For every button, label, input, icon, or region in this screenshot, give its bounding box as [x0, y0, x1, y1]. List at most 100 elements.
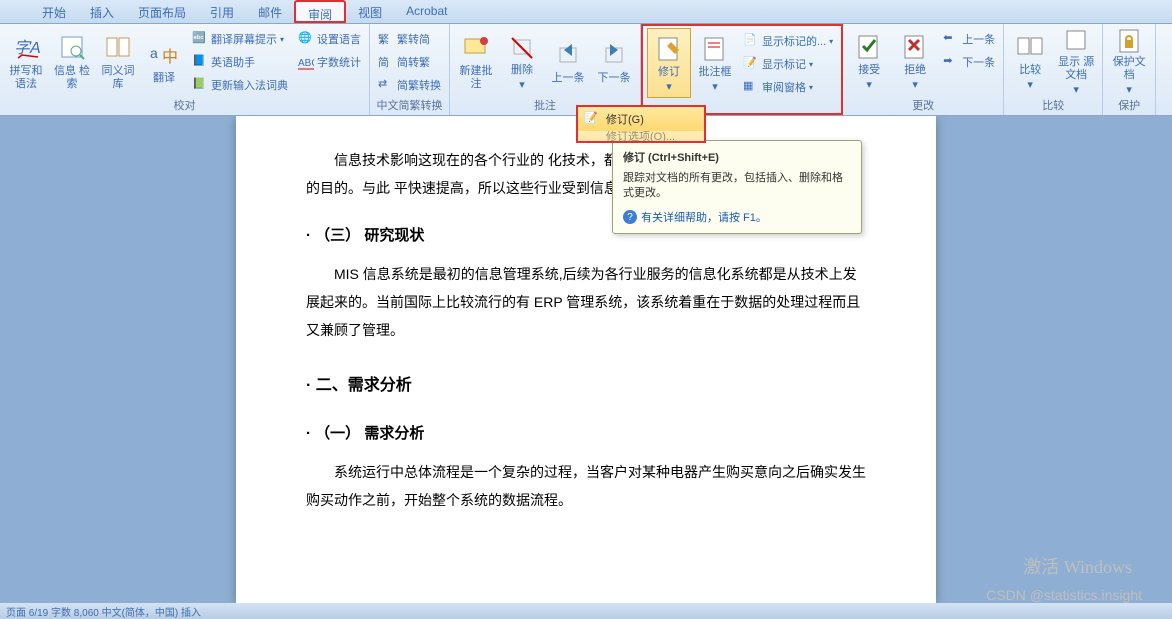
spell-icon: 字A [10, 31, 42, 63]
help-icon: ? [623, 210, 637, 224]
svg-text:中: 中 [162, 48, 178, 66]
group-comments: 新建批注 删除▾ 上一条 下一条 批注 [450, 24, 641, 115]
tooltip: 修订 (Ctrl+Shift+E) 跟踪对文档的所有更改，包括插入、删除和格式更… [612, 140, 862, 234]
prev2-icon: ⬅ [943, 31, 959, 47]
paragraph: MIS 信息系统是最初的信息管理系统,后续为各行业服务的信息化系统都是从技术上发… [306, 260, 866, 344]
convert-button[interactable]: ⇄简繁转换 [374, 74, 445, 96]
group-compare: 比较▾ 显示 源文档▾ 比较 [1004, 24, 1103, 115]
trad-icon: 简 [378, 54, 394, 70]
book-icon [102, 31, 134, 63]
lock-icon [1113, 26, 1145, 54]
tooltip-title: 修订 (Ctrl+Shift+E) [623, 149, 851, 165]
show-source-button[interactable]: 显示 源文档▾ [1054, 26, 1098, 96]
english-helper-button[interactable]: 📘英语助手 [188, 51, 292, 73]
word-count-button[interactable]: ABC字数统计 [294, 51, 365, 73]
svg-text:ABC: ABC [298, 58, 314, 69]
compare-button[interactable]: 比较▾ [1008, 26, 1052, 96]
translate-button[interactable]: a中翻译 [142, 26, 186, 96]
tooltip-help: ?有关详细帮助，请按 F1。 [623, 209, 851, 225]
comment-icon [460, 31, 492, 63]
reject-icon [899, 30, 931, 62]
tab-review[interactable]: 审阅 [294, 0, 346, 23]
tip-icon: 🔤 [192, 31, 208, 47]
group-label: 更改 [847, 96, 999, 114]
balloon-icon [699, 32, 731, 64]
to-traditional-button[interactable]: 简简转繁 [374, 51, 445, 73]
track-changes-button[interactable]: 修订▾ [647, 28, 691, 98]
windows-watermark: 激活 Windows [1023, 553, 1132, 579]
to-simplified-button[interactable]: 繁繁转简 [374, 28, 445, 50]
pane-icon: ▦ [743, 79, 759, 95]
delete-comment-button[interactable]: 删除▾ [500, 26, 544, 96]
menu-track-options[interactable]: 修订选项(O)... [578, 131, 704, 141]
display-for-review-button[interactable]: 📄显示标记的...▾ [739, 30, 837, 52]
track-icon [653, 32, 685, 64]
reject-button[interactable]: 拒绝▾ [893, 26, 937, 96]
ime-icon: 📗 [192, 77, 208, 93]
spelling-button[interactable]: 字A拼写和 语法 [4, 26, 48, 96]
translation-tip-button[interactable]: 🔤翻译屏幕提示▾ [188, 28, 292, 50]
accept-icon [853, 30, 885, 62]
ribbon: 字A拼写和 语法 信息 检索 同义词库 a中翻译 🔤翻译屏幕提示▾ 📘英语助手 … [0, 24, 1172, 116]
prev-comment-button[interactable]: 上一条 [546, 26, 590, 96]
svg-text:a: a [150, 45, 158, 61]
heading-2: · 二、需求分析 [306, 372, 866, 400]
group-label: 中文简繁转换 [374, 96, 445, 114]
group-tracking: 修订▾ 批注框▾ 📄显示标记的...▾ 📝显示标记▾ ▦审阅窗格▾ [641, 24, 843, 115]
show-markup-button[interactable]: 📝显示标记▾ [739, 53, 837, 75]
simp-icon: 繁 [378, 31, 394, 47]
update-ime-button[interactable]: 📗更新输入法词典 [188, 74, 292, 96]
status-bar: 页面 6/19 字数 8,060 中文(简体，中国) 插入 [0, 603, 1172, 619]
ribbon-tabs: 开始 插入 页面布局 引用 邮件 审阅 视图 Acrobat [0, 0, 1172, 24]
delete-icon [506, 30, 538, 62]
display-icon: 📄 [743, 33, 759, 49]
next-comment-button[interactable]: 下一条 [592, 26, 636, 96]
conv-icon: ⇄ [378, 77, 394, 93]
group-changes: 接受▾ 拒绝▾ ⬅上一条 ➡下一条 更改 [843, 24, 1004, 115]
globe-icon: 🌐 [298, 31, 314, 47]
group-label: 保护 [1107, 96, 1151, 114]
source-icon [1060, 26, 1092, 54]
options-icon [584, 131, 600, 141]
paragraph: 系统运行中总体流程是一个复杂的过程，当客户对某种电器产生购买意向之后确实发生购买… [306, 458, 866, 514]
next-icon [598, 38, 630, 70]
tab-references[interactable]: 引用 [198, 0, 246, 23]
compare-icon [1014, 30, 1046, 62]
research-button[interactable]: 信息 检索 [50, 26, 94, 96]
track-dropdown: 📝修订(G) 修订选项(O)... [576, 105, 706, 143]
heading-3: · （一） 需求分析 [306, 420, 866, 448]
markup-icon: 📝 [743, 56, 759, 72]
tab-layout[interactable]: 页面布局 [126, 0, 198, 23]
tooltip-body: 跟踪对文档的所有更改，包括插入、删除和格式更改。 [623, 171, 851, 201]
reviewing-pane-button[interactable]: ▦审阅窗格▾ [739, 76, 837, 98]
tab-home[interactable]: 开始 [30, 0, 78, 23]
prev-change-button[interactable]: ⬅上一条 [939, 28, 999, 50]
research-icon [56, 31, 88, 63]
balloons-button[interactable]: 批注框▾ [693, 28, 737, 98]
set-language-button[interactable]: 🌐设置语言 [294, 28, 365, 50]
tab-acrobat[interactable]: Acrobat [394, 0, 459, 23]
group-label: 比较 [1008, 96, 1098, 114]
thesaurus-button[interactable]: 同义词库 [96, 26, 140, 96]
menu-track[interactable]: 📝修订(G) [578, 107, 704, 131]
group-proofing: 字A拼写和 语法 信息 检索 同义词库 a中翻译 🔤翻译屏幕提示▾ 📘英语助手 … [0, 24, 370, 115]
tab-insert[interactable]: 插入 [78, 0, 126, 23]
group-label: 校对 [4, 96, 365, 114]
new-comment-button[interactable]: 新建批注 [454, 26, 498, 96]
group-chinese: 繁繁转简 简简转繁 ⇄简繁转换 中文简繁转换 [370, 24, 450, 115]
tab-mail[interactable]: 邮件 [246, 0, 294, 23]
protect-button[interactable]: 保护文档▾ [1107, 26, 1151, 96]
tab-view[interactable]: 视图 [346, 0, 394, 23]
group-protect: 保护文档▾ 保护 [1103, 24, 1156, 115]
count-icon: ABC [298, 54, 314, 70]
track-icon: 📝 [584, 111, 600, 127]
csdn-watermark: CSDN @statistics.insight [986, 587, 1142, 603]
next2-icon: ➡ [943, 54, 959, 70]
document-area[interactable]: 信息技术影响这现在的各个行业的 化技术，都在一定程度上实现了提高生产经营效率的目… [0, 116, 1172, 603]
next-change-button[interactable]: ➡下一条 [939, 51, 999, 73]
accept-button[interactable]: 接受▾ [847, 26, 891, 96]
en-icon: 📘 [192, 54, 208, 70]
translate-icon: a中 [148, 38, 180, 70]
prev-icon [552, 38, 584, 70]
svg-text:字A: 字A [14, 39, 40, 57]
